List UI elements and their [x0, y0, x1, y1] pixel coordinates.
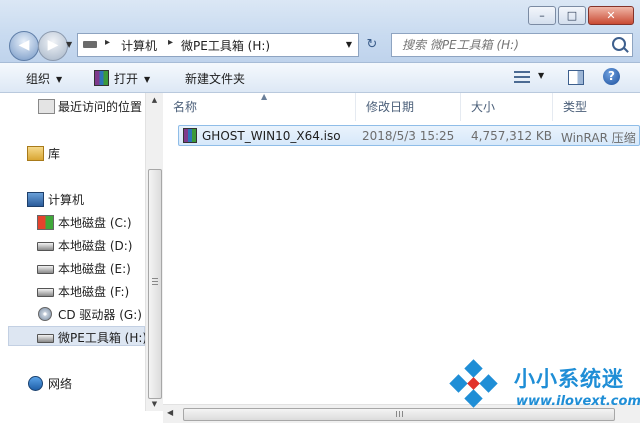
- column-header-date[interactable]: 修改日期: [356, 93, 461, 121]
- sidebar-item-label: 本地磁盘 (C:): [58, 216, 132, 230]
- close-icon: ✕: [606, 9, 616, 22]
- organize-label: 组织: [26, 72, 51, 86]
- column-header-label: 名称: [173, 100, 198, 114]
- file-type: WinRAR 压缩: [561, 131, 636, 145]
- title-bar: – □ ✕ ◀ ▶ ▼ ▸ 计算机 ▸ 微PE工具箱 (H:) ▼ ↻: [0, 0, 640, 63]
- sidebar-item-label: 库: [48, 147, 61, 161]
- hard-drive-icon: [37, 242, 54, 251]
- sidebar-item-drive-g[interactable]: CD 驱动器 (G:): [0, 304, 145, 324]
- preview-pane-icon[interactable]: [568, 70, 584, 85]
- back-button[interactable]: ◀: [9, 31, 39, 61]
- column-header-label: 大小: [471, 100, 496, 114]
- grip-icon: [152, 278, 158, 285]
- winrar-archive-icon: [183, 128, 197, 143]
- logo-diamond-icon: [449, 359, 498, 408]
- search-icon[interactable]: [612, 37, 626, 51]
- forward-arrow-icon: ▶: [47, 37, 59, 53]
- sidebar-item-label: 本地磁盘 (D:): [58, 239, 133, 253]
- computer-icon: [27, 192, 44, 207]
- file-name: GHOST_WIN10_X64.iso: [202, 129, 341, 143]
- sidebar-item-recent[interactable]: 最近访问的位置: [0, 96, 145, 116]
- view-options-dropdown[interactable]: ▼: [538, 71, 544, 80]
- sidebar-item-label: CD 驱动器 (G:): [58, 308, 142, 322]
- close-button[interactable]: ✕: [588, 6, 634, 25]
- maximize-button[interactable]: □: [558, 6, 586, 25]
- sidebar-item-drive-f[interactable]: 本地磁盘 (F:): [0, 281, 145, 301]
- help-icon[interactable]: ?: [603, 68, 620, 85]
- chevron-down-icon: ▼: [144, 75, 151, 84]
- sort-ascending-icon: ▲: [261, 92, 268, 101]
- refresh-icon: ↻: [366, 37, 378, 52]
- hard-drive-icon: [37, 334, 54, 343]
- sidebar-item-drive-d[interactable]: 本地磁盘 (D:): [0, 235, 145, 255]
- scroll-up-icon[interactable]: ▲: [146, 93, 163, 107]
- windows-drive-icon: [37, 215, 54, 230]
- sidebar-item-drive-c[interactable]: 本地磁盘 (C:): [0, 212, 145, 232]
- forward-button[interactable]: ▶: [38, 31, 68, 61]
- file-date: 2018/5/3 15:25: [362, 129, 455, 143]
- address-bar[interactable]: ▸ 计算机 ▸ 微PE工具箱 (H:): [77, 33, 359, 57]
- scroll-left-icon[interactable]: ◀: [167, 408, 173, 417]
- sidebar-item-label: 本地磁盘 (E:): [58, 262, 131, 276]
- breadcrumb-drive-h[interactable]: 微PE工具箱 (H:): [181, 37, 270, 54]
- change-view-icon[interactable]: [514, 71, 530, 83]
- hard-drive-icon: [37, 265, 54, 274]
- recent-pages-dropdown[interactable]: ▼: [66, 40, 72, 49]
- sidebar-item-label: 微PE工具箱 (H:): [58, 331, 148, 345]
- network-icon: [28, 376, 43, 391]
- chevron-down-icon: ▼: [56, 75, 63, 84]
- maximize-icon: □: [566, 9, 578, 22]
- scroll-down-icon[interactable]: ▼: [146, 397, 163, 411]
- breadcrumb-separator-icon[interactable]: ▸: [105, 37, 110, 48]
- new-folder-label: 新建文件夹: [185, 72, 246, 86]
- grip-icon: [396, 411, 403, 417]
- sidebar-item-label: 网络: [48, 377, 73, 391]
- file-size: 4,757,312 KB: [471, 129, 552, 143]
- open-button[interactable]: 打开 ▼: [94, 70, 150, 87]
- drive-icon: [83, 41, 97, 48]
- cd-drive-icon: [38, 307, 52, 321]
- sidebar-item-drive-e[interactable]: 本地磁盘 (E:): [0, 258, 145, 278]
- search-input[interactable]: [400, 36, 604, 54]
- column-header-label: 修改日期: [366, 100, 415, 114]
- watermark-logo: 小小系统迷 www.ilovext.com: [444, 359, 640, 422]
- column-header-type[interactable]: 类型: [553, 93, 640, 121]
- sidebar-scrollbar[interactable]: ▲ ▼: [145, 93, 163, 411]
- scrollbar-thumb[interactable]: [148, 169, 162, 399]
- minimize-icon: –: [539, 9, 545, 22]
- winrar-icon: [94, 70, 109, 86]
- sidebar-item-label: 本地磁盘 (F:): [58, 285, 130, 299]
- watermark-title: 小小系统迷: [514, 367, 624, 391]
- sidebar-item-computer[interactable]: 计算机: [0, 189, 145, 209]
- sidebar-item-drive-h[interactable]: 微PE工具箱 (H:): [8, 326, 148, 346]
- address-dropdown-button[interactable]: ▼: [340, 33, 359, 57]
- command-bar: 组织 ▼ 打开 ▼ 新建文件夹 ▼ ?: [0, 63, 640, 93]
- navigation-pane: 最近访问的位置 库 计算机 本地磁盘 (C:) 本地磁盘 (D:) 本地磁盘 (…: [0, 93, 148, 422]
- minimize-button[interactable]: –: [528, 6, 556, 25]
- back-arrow-icon: ◀: [18, 37, 30, 53]
- breadcrumb-separator-icon[interactable]: ▸: [168, 37, 173, 48]
- library-icon: [27, 146, 44, 161]
- file-row[interactable]: GHOST_WIN10_X64.iso 2018/5/3 15:25 4,757…: [178, 125, 640, 146]
- refresh-button[interactable]: ↻: [360, 34, 384, 56]
- open-label: 打开: [114, 72, 139, 86]
- hard-drive-icon: [37, 288, 54, 297]
- sidebar-item-library[interactable]: 库: [0, 143, 145, 163]
- column-header-name[interactable]: 名称 ▲: [163, 92, 356, 121]
- new-folder-button[interactable]: 新建文件夹: [185, 70, 245, 87]
- sidebar-item-label: 最近访问的位置: [58, 100, 143, 114]
- breadcrumb-computer[interactable]: 计算机: [121, 37, 157, 54]
- search-box[interactable]: [391, 33, 633, 57]
- column-header-size[interactable]: 大小: [461, 93, 553, 121]
- recent-places-icon: [38, 99, 55, 114]
- sidebar-item-label: 计算机: [48, 193, 85, 207]
- window-controls: – □ ✕: [528, 6, 634, 25]
- column-header-label: 类型: [563, 100, 588, 114]
- sidebar-item-network[interactable]: 网络: [0, 373, 145, 393]
- organize-button[interactable]: 组织 ▼: [26, 70, 62, 87]
- watermark-url: www.ilovext.com: [516, 394, 640, 409]
